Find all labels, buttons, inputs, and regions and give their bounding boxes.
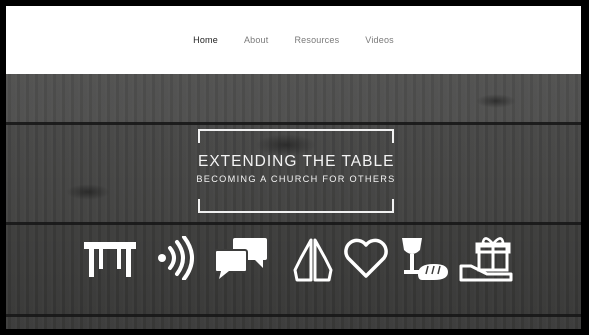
praying-hands-icon bbox=[291, 236, 335, 282]
nav-videos[interactable]: Videos bbox=[365, 35, 394, 45]
frame-line bbox=[198, 129, 394, 131]
nav-resources[interactable]: Resources bbox=[294, 35, 339, 45]
wood-knot bbox=[476, 94, 516, 108]
nav-home[interactable]: Home bbox=[193, 35, 218, 45]
hero-banner: EXTENDING THE TABLE BECOMING A CHURCH FO… bbox=[6, 74, 581, 329]
frame-line bbox=[198, 199, 200, 213]
top-nav: Home About Resources Videos bbox=[6, 6, 581, 74]
frame-line bbox=[198, 211, 394, 213]
hero-title: EXTENDING THE TABLE bbox=[198, 153, 395, 170]
chalice-bread-icon bbox=[398, 236, 450, 282]
nav-about[interactable]: About bbox=[244, 35, 269, 45]
frame-line bbox=[392, 129, 394, 143]
wood-seam bbox=[6, 122, 581, 125]
hero-subtitle: BECOMING A CHURCH FOR OTHERS bbox=[196, 174, 396, 184]
wood-seam bbox=[6, 314, 581, 317]
table-icon bbox=[82, 236, 138, 280]
frame-line bbox=[198, 129, 200, 143]
sound-waves-icon bbox=[156, 236, 196, 280]
browser-frame: Home About Resources Videos EXTENDING TH… bbox=[4, 4, 583, 331]
heart-icon bbox=[342, 236, 390, 280]
title-frame: EXTENDING THE TABLE BECOMING A CHURCH FO… bbox=[196, 129, 395, 213]
chat-bubbles-icon bbox=[213, 236, 269, 280]
wood-knot bbox=[66, 184, 110, 200]
gift-hand-icon bbox=[459, 236, 519, 282]
frame-line bbox=[392, 199, 394, 213]
